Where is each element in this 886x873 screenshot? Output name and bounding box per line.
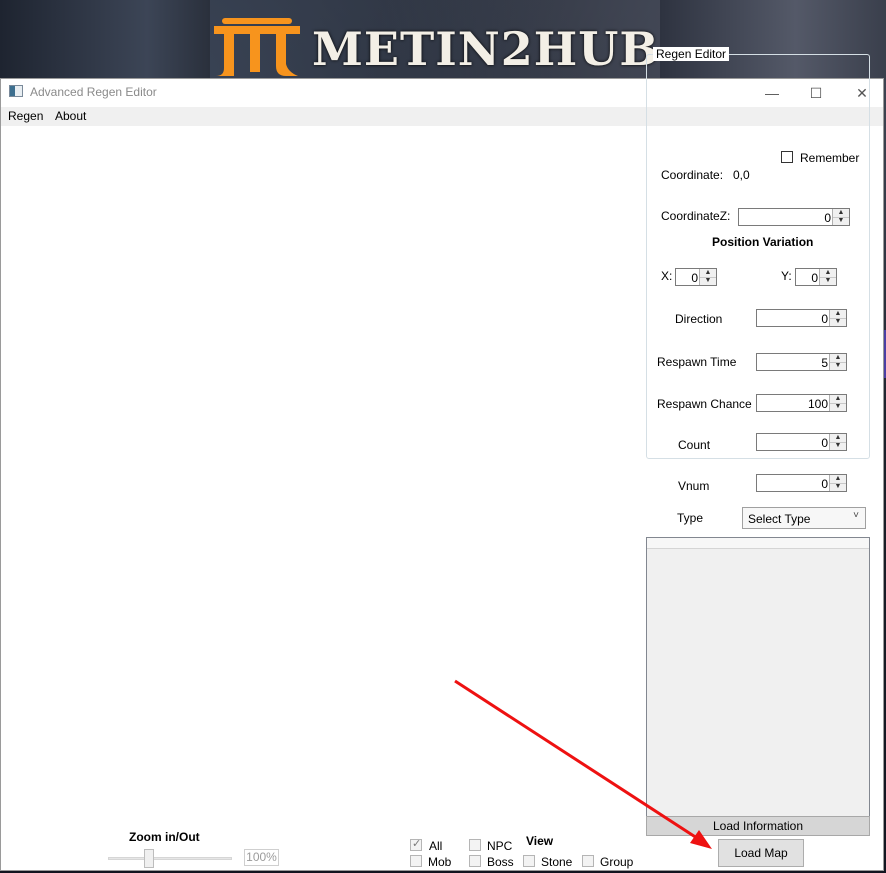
regen-editor-legend: Regen Editor [653,47,730,61]
direction-label: Direction [675,312,723,326]
spin-down-icon[interactable]: ▼ [830,362,846,370]
coordinate-label: Coordinate: [661,168,724,182]
respawn-chance-input[interactable]: 100 ▲ ▼ [756,394,847,412]
zoom-slider-track[interactable] [108,857,232,860]
coordinate-value: 0,0 [733,168,750,182]
regen-list[interactable] [646,537,870,817]
filter-all-label: All [429,839,443,853]
filter-group-checkbox[interactable] [582,855,594,867]
filter-npc-checkbox[interactable] [469,839,481,851]
filter-mob-label: Mob [428,855,452,869]
remember-checkbox[interactable] [781,151,793,163]
respawn-chance-value: 100 [807,397,828,411]
coordinate-z-label: CoordinateZ: [661,209,731,223]
map-canvas[interactable] [1,125,641,815]
count-value: 0 [821,436,828,450]
position-variation-label: Position Variation [712,235,814,249]
vnum-value: 0 [821,477,828,491]
zoom-slider-thumb[interactable] [144,849,154,868]
count-input[interactable]: 0 ▲ ▼ [756,433,847,451]
menu-about[interactable]: About [55,109,86,123]
filter-stone-label: Stone [541,855,573,869]
respawn-time-label: Respawn Time [657,355,737,369]
remember-label: Remember [800,151,860,165]
respawn-time-input[interactable]: 5 ▲ ▼ [756,353,847,371]
vnum-label: Vnum [678,479,710,493]
spin-down-icon[interactable]: ▼ [830,483,846,491]
y-variation-input[interactable]: 0 ▲ ▼ [795,268,837,286]
filter-boss-label: Boss [487,855,514,869]
respawn-chance-label: Respawn Chance [657,397,752,411]
filter-boss-checkbox[interactable] [469,855,481,867]
x-variation-input[interactable]: 0 ▲ ▼ [675,268,717,286]
filter-npc-label: NPC [487,839,513,853]
coordinate-z-input[interactable]: 0 ▲ ▼ [738,208,850,226]
window-title: Advanced Regen Editor [30,85,157,99]
filter-all-checkbox[interactable]: ✓ [410,838,422,851]
direction-value: 0 [821,312,828,326]
spin-down-icon[interactable]: ▼ [830,442,846,450]
type-select[interactable]: Select Type ˅ [742,507,866,529]
spin-down-icon[interactable]: ▼ [830,318,846,326]
banner-artwork-left [0,0,210,80]
banner-logo-text: METIN2HUB [312,22,660,76]
type-label: Type [677,511,704,525]
spin-down-icon[interactable]: ▼ [700,277,716,285]
spin-down-icon[interactable]: ▼ [820,277,836,285]
regen-list-header [647,538,869,549]
filter-mob-checkbox[interactable] [410,855,422,867]
view-label: View [526,834,554,848]
y-label: Y: [781,269,792,283]
x-label: X: [661,269,673,283]
vnum-input[interactable]: 0 ▲ ▼ [756,474,847,492]
type-selected-value: Select Type [748,512,811,526]
check-icon: ✓ [412,838,422,850]
direction-input[interactable]: 0 ▲ ▼ [756,309,847,327]
zoom-percent: 100% [244,849,279,866]
chevron-down-icon: ˅ [853,510,859,521]
zoom-label: Zoom in/Out [129,830,200,844]
metin2hub-logo-icon [214,18,300,76]
filter-stone-checkbox[interactable] [523,855,535,867]
menu-regen[interactable]: Regen [8,109,43,123]
spin-down-icon[interactable]: ▼ [830,403,846,411]
count-label: Count [678,438,711,452]
coordinate-z-value: 0 [824,211,831,225]
app-icon [9,85,23,97]
load-information-bar: Load Information [646,816,870,836]
spin-down-icon[interactable]: ▼ [833,217,849,225]
respawn-time-value: 5 [821,356,828,370]
filter-group-label: Group [600,855,634,869]
y-variation-value: 0 [811,271,818,285]
load-map-button[interactable]: Load Map [718,839,804,867]
x-variation-value: 0 [691,271,698,285]
